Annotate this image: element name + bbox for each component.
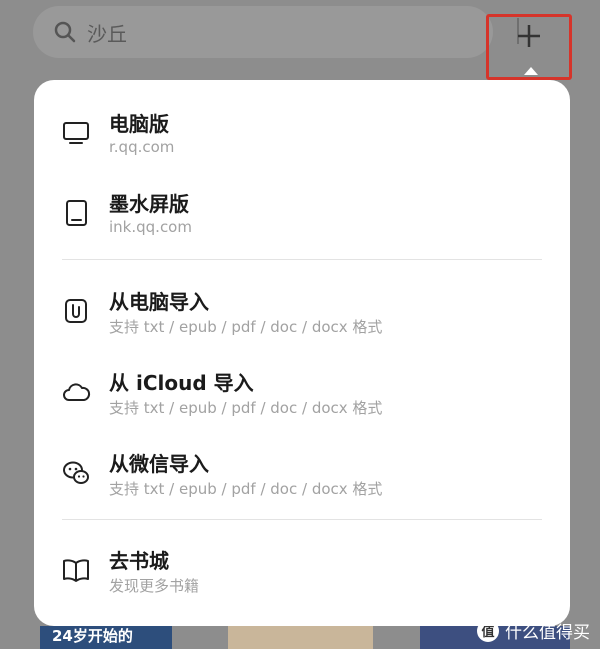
search-placeholder: 沙丘 [87,21,127,46]
cloud-icon [63,383,91,401]
menu-item-desktop-version[interactable]: 电脑版 r.qq.com [34,108,570,178]
menu-item-eink-version[interactable]: 墨水屏版 ink.qq.com [34,188,570,258]
menu-item-title: 去书城 [109,549,169,573]
wechat-icon [63,461,89,484]
menu-divider [62,259,542,260]
add-menu-popup: 电脑版 r.qq.com 墨水屏版 ink.qq.com 从电脑导入 支持 tx… [34,80,570,626]
menu-item-import-from-computer[interactable]: 从电脑导入 支持 txt / epub / pdf / doc / docx 格… [34,286,570,356]
menu-item-import-from-wechat[interactable]: 从微信导入 支持 txt / epub / pdf / doc / docx 格… [34,448,570,518]
search-bar[interactable]: 沙丘 [33,6,493,58]
menu-item-subtitle: 支持 txt / epub / pdf / doc / docx 格式 [109,399,383,417]
menu-item-title: 从微信导入 [109,452,209,476]
book-icon [63,559,89,582]
menu-divider [62,519,542,520]
menu-item-subtitle: ink.qq.com [109,218,192,236]
menu-item-subtitle: 发现更多书籍 [109,577,200,595]
menu-item-subtitle: r.qq.com [109,138,175,156]
tablet-icon [66,200,87,226]
menu-item-title: 从 iCloud 导入 [109,371,254,395]
background-book-cover[interactable]: 24岁开始的 [40,626,172,649]
search-icon [54,21,76,43]
menu-item-subtitle: 支持 txt / epub / pdf / doc / docx 格式 [109,480,383,498]
import-icon [65,299,87,323]
menu-item-import-from-icloud[interactable]: 从 iCloud 导入 支持 txt / epub / pdf / doc / … [34,367,570,437]
plus-icon [518,25,540,47]
menu-item-bookstore[interactable]: 去书城 发现更多书籍 [34,545,570,615]
menu-item-subtitle: 支持 txt / epub / pdf / doc / docx 格式 [109,318,383,336]
popover-arrow-icon [524,67,538,75]
menu-item-title: 电脑版 [109,112,169,136]
menu-item-title: 从电脑导入 [109,290,209,314]
book-cover-text: 24岁开始的 [52,627,133,645]
monitor-icon [63,122,89,144]
menu-item-title: 墨水屏版 [109,192,189,216]
background-book-cover[interactable] [228,626,373,649]
